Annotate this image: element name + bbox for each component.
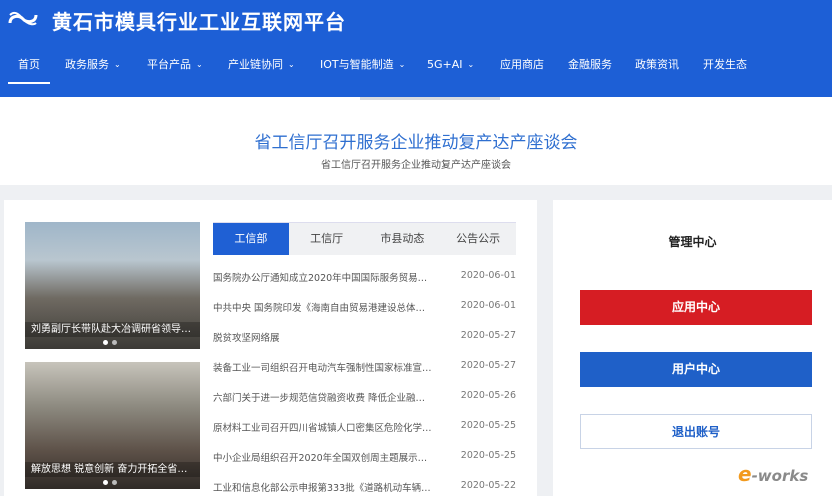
news-title[interactable]: 中小企业局组织召开2020年全国双创周主题展示… bbox=[213, 450, 438, 468]
news-date: 2020-06-01 bbox=[460, 300, 516, 311]
list-item[interactable]: 原材料工业司召开四川省城镇人口密集区危险化学… 2020-05-25 bbox=[213, 420, 516, 438]
top-header: 黄石市模具行业工业互联网平台 首页 政务服务 ⌄ 平台产品 ⌄ 产业链协同 ⌄ IOT… bbox=[0, 0, 832, 97]
news-title[interactable]: 装备工业一司组织召开电动汽车强制性国家标准宣… bbox=[213, 360, 438, 378]
news-title[interactable]: 工业和信息化部公示申报第333批《道路机动车辆… bbox=[213, 480, 438, 496]
nav-item-app-store[interactable]: 应用商店 bbox=[500, 52, 544, 84]
watermark-e: e bbox=[738, 462, 752, 486]
chevron-down-icon: ⌄ bbox=[288, 60, 295, 69]
news-date: 2020-05-25 bbox=[460, 450, 516, 461]
news-date: 2020-05-27 bbox=[460, 330, 516, 341]
news-photo[interactable]: 刘勇副厅长带队赴大冶调研省领导… bbox=[25, 222, 200, 349]
nav-item-5g-ai[interactable]: 5G+AI ⌄ bbox=[427, 52, 474, 84]
list-item[interactable]: 中小企业局组织召开2020年全国双创周主题展示… 2020-05-25 bbox=[213, 450, 516, 468]
nav-item-dev-ecosystem[interactable]: 开发生态 bbox=[703, 52, 747, 84]
banner-title[interactable]: 省工信厅召开服务企业推动复产达产座谈会 bbox=[0, 128, 832, 153]
nav-label: 开发生态 bbox=[703, 58, 747, 71]
list-item[interactable]: 六部门关于进一步规范信贷融资收费 降低企业融… 2020-05-26 bbox=[213, 390, 516, 408]
list-item[interactable]: 工业和信息化部公示申报第333批《道路机动车辆… 2020-05-22 bbox=[213, 480, 516, 496]
nav-item-home[interactable]: 首页 bbox=[8, 52, 50, 84]
management-title: 管理中心 bbox=[668, 235, 717, 249]
nav-label: 5G+AI bbox=[427, 58, 463, 71]
nav-label: 政务服务 bbox=[65, 58, 109, 71]
news-title[interactable]: 原材料工业司召开四川省城镇人口密集区危险化学… bbox=[213, 420, 438, 438]
chevron-down-icon: ⌄ bbox=[467, 60, 475, 69]
management-panel: 管理中心 应用中心 用户中心 退出账号 bbox=[553, 200, 832, 496]
carousel-dot[interactable] bbox=[103, 480, 108, 485]
list-item[interactable]: 装备工业一司组织召开电动汽车强制性国家标准宣… 2020-05-27 bbox=[213, 360, 516, 378]
carousel-dot[interactable] bbox=[112, 340, 117, 345]
app-center-button[interactable]: 应用中心 bbox=[580, 290, 812, 325]
news-date: 2020-05-22 bbox=[460, 480, 516, 491]
nav-label: IOT与智能制造 bbox=[320, 58, 394, 71]
nav-item-platform-products[interactable]: 平台产品 ⌄ bbox=[147, 52, 203, 84]
news-title[interactable]: 六部门关于进一步规范信贷融资收费 降低企业融… bbox=[213, 390, 438, 408]
tab-provincial-dept[interactable]: 工信厅 bbox=[289, 223, 365, 255]
news-date: 2020-06-01 bbox=[460, 270, 516, 281]
photo-caption[interactable]: 解放思想 锐意创新 奋力开拓全省工… bbox=[25, 462, 200, 477]
nav-label: 首页 bbox=[18, 58, 40, 71]
tab-city-county-news[interactable]: 市县动态 bbox=[365, 223, 441, 255]
news-tabs: 工信部 工信厅 市县动态 公告公示 bbox=[213, 222, 516, 255]
nav-item-industry-chain[interactable]: 产业链协同 ⌄ bbox=[228, 52, 295, 84]
news-date: 2020-05-27 bbox=[460, 360, 516, 371]
nav-label: 金融服务 bbox=[568, 58, 612, 71]
nav-label: 产业链协同 bbox=[228, 58, 283, 71]
watermark-text: -works bbox=[751, 467, 809, 485]
carousel-dot[interactable] bbox=[103, 340, 108, 345]
chevron-down-icon: ⌄ bbox=[114, 60, 121, 69]
infinity-logo-icon[interactable] bbox=[6, 9, 40, 29]
nav-item-finance[interactable]: 金融服务 bbox=[568, 52, 612, 84]
carousel-dots bbox=[103, 480, 117, 485]
carousel-dots bbox=[103, 340, 117, 345]
carousel-dot[interactable] bbox=[112, 480, 117, 485]
banner-subtitle: 省工信厅召开服务企业推动复产达产座谈会 bbox=[321, 160, 511, 171]
list-item[interactable]: 国务院办公厅通知成立2020年中国国际服务贸易… 2020-06-01 bbox=[213, 270, 516, 288]
user-center-button[interactable]: 用户中心 bbox=[580, 352, 812, 387]
news-date: 2020-05-26 bbox=[460, 390, 516, 401]
nav-label: 应用商店 bbox=[500, 58, 544, 71]
list-item[interactable]: 中共中央 国务院印发《海南自由贸易港建设总体… 2020-06-01 bbox=[213, 300, 516, 318]
news-title[interactable]: 脱贫攻坚网络展 bbox=[213, 330, 438, 348]
list-item[interactable]: 脱贫攻坚网络展 2020-05-27 bbox=[213, 330, 516, 348]
chevron-down-icon: ⌄ bbox=[196, 60, 203, 69]
chevron-down-icon: ⌄ bbox=[398, 60, 406, 69]
news-title[interactable]: 国务院办公厅通知成立2020年中国国际服务贸易… bbox=[213, 270, 438, 288]
news-banner: 省工信厅召开服务企业推动复产达产座谈会 省工信厅召开服务企业推动复产达产座谈会 bbox=[0, 97, 832, 185]
banner-strip bbox=[360, 97, 500, 100]
tab-announcements[interactable]: 公告公示 bbox=[440, 223, 516, 255]
logout-button[interactable]: 退出账号 bbox=[580, 414, 812, 449]
nav-label: 平台产品 bbox=[147, 58, 191, 71]
news-date: 2020-05-25 bbox=[460, 420, 516, 431]
news-panel: 刘勇副厅长带队赴大冶调研省领导… 解放思想 锐意创新 奋力开拓全省工… 工信部 … bbox=[4, 200, 537, 496]
nav-item-policy-news[interactable]: 政策资讯 bbox=[635, 52, 679, 84]
photo-caption[interactable]: 刘勇副厅长带队赴大冶调研省领导… bbox=[25, 322, 200, 337]
nav-label: 政策资讯 bbox=[635, 58, 679, 71]
nav-item-gov-services[interactable]: 政务服务 ⌄ bbox=[65, 52, 121, 84]
tab-miit[interactable]: 工信部 bbox=[213, 223, 289, 255]
news-photo[interactable]: 解放思想 锐意创新 奋力开拓全省工… bbox=[25, 362, 200, 489]
eworks-watermark: e-works bbox=[738, 462, 808, 486]
site-title[interactable]: 黄石市模具行业工业互联网平台 bbox=[52, 6, 346, 35]
news-title[interactable]: 中共中央 国务院印发《海南自由贸易港建设总体… bbox=[213, 300, 438, 318]
nav-item-iot[interactable]: IOT与智能制造 ⌄ bbox=[320, 52, 405, 84]
